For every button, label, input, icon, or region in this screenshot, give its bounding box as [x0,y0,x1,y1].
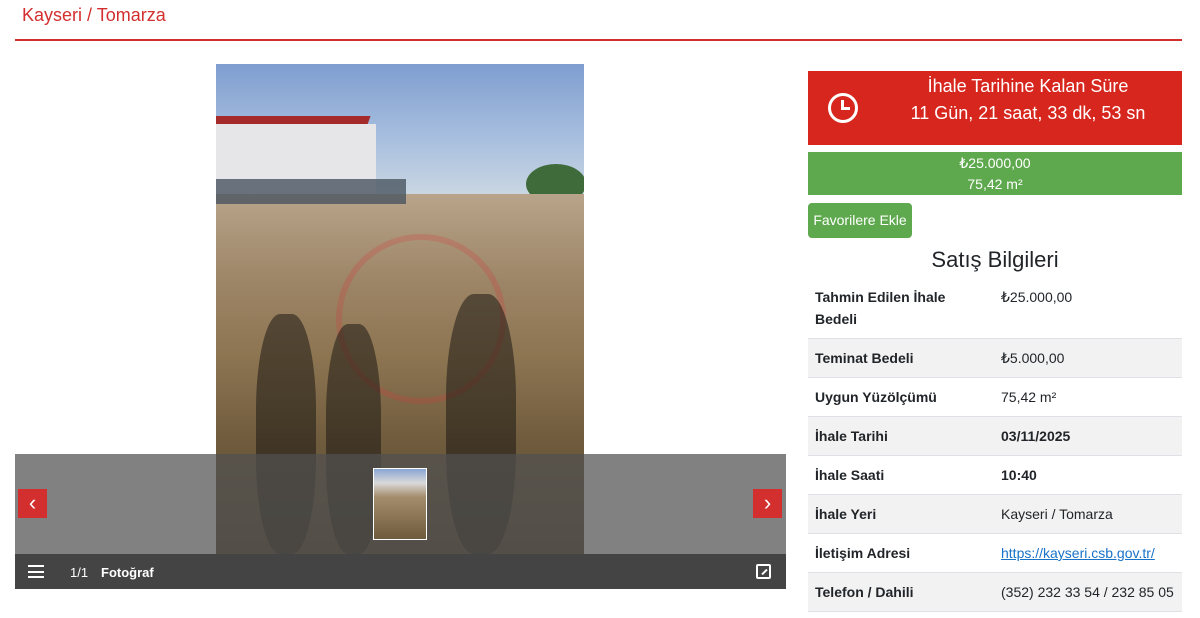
row-value: Kayseri / Tomarza [1001,506,1113,522]
table-row: Telefon / Dahili (352) 232 33 54 / 232 8… [808,572,1182,612]
row-value: ₺5.000,00 [1001,350,1065,366]
row-label: Telefon / Dahili [815,584,914,600]
photo-gallery: ‹ › 1/1 Fotoğraf [15,64,786,589]
sale-info-title: Satış Bilgileri [931,247,1059,272]
expand-icon[interactable] [756,564,771,579]
row-label: Tahmin Edilen İhale Bedeli [815,289,946,327]
list-icon[interactable] [28,565,44,578]
countdown-banner: İhale Tarihine Kalan Süre 11 Gün, 21 saa… [808,71,1182,145]
row-value: 10:40 [1001,467,1037,483]
table-row: İhale Yeri Kayseri / Tomarza [808,494,1182,534]
add-favorite-button[interactable]: Favorilere Ekle [808,203,912,238]
previous-photo-button[interactable]: ‹ [18,489,47,518]
row-value: 75,42 m² [1001,389,1057,405]
table-row: Uygun Yüzölçümü 75,42 m² [808,378,1182,417]
row-value: 03/11/2025 [1001,428,1071,444]
row-value: ₺25.000,00 [1001,289,1073,305]
table-row: İhale Tarihi 03/11/2025 [808,416,1182,456]
row-label: İhale Tarihi [815,428,888,444]
thumbnail-image[interactable] [373,468,427,540]
row-label: Teminat Bedeli [815,350,914,366]
page-title: Kayseri / Tomarza [22,5,166,25]
next-photo-button[interactable]: › [753,489,782,518]
clock-icon [828,93,858,123]
photo-caption: Fotoğraf [101,565,154,580]
countdown-value: 11 Gün, 21 saat, 33 dk, 53 sn [910,103,1146,123]
row-label: Uygun Yüzölçümü [815,389,937,405]
countdown-title: İhale Tarihine Kalan Süre [927,76,1129,96]
price-summary: ₺25.000,00 75,42 m² [808,152,1182,195]
contact-link[interactable]: https://kayseri.csb.gov.tr/ [1001,545,1155,561]
row-label: İletişim Adresi [815,545,911,561]
summary-price: ₺25.000,00 [959,155,1031,171]
sale-info-table: Tahmin Edilen İhale Bedeli ₺25.000,00 Te… [808,278,1182,612]
summary-area: 75,42 m² [967,176,1023,192]
table-row: Teminat Bedeli ₺5.000,00 [808,338,1182,378]
table-row: İhale Saati 10:40 [808,456,1182,495]
row-label: İhale Saati [815,467,885,483]
title-divider [15,39,1182,41]
row-value: (352) 232 33 54 / 232 85 05 [1001,584,1174,600]
row-label: İhale Yeri [815,506,877,522]
gallery-toolbar: 1/1 Fotoğraf [15,554,786,589]
table-row: İletişim Adresi https://kayseri.csb.gov.… [808,534,1182,573]
table-row: Tahmin Edilen İhale Bedeli ₺25.000,00 [808,278,1182,339]
photo-counter: 1/1 [70,565,89,580]
